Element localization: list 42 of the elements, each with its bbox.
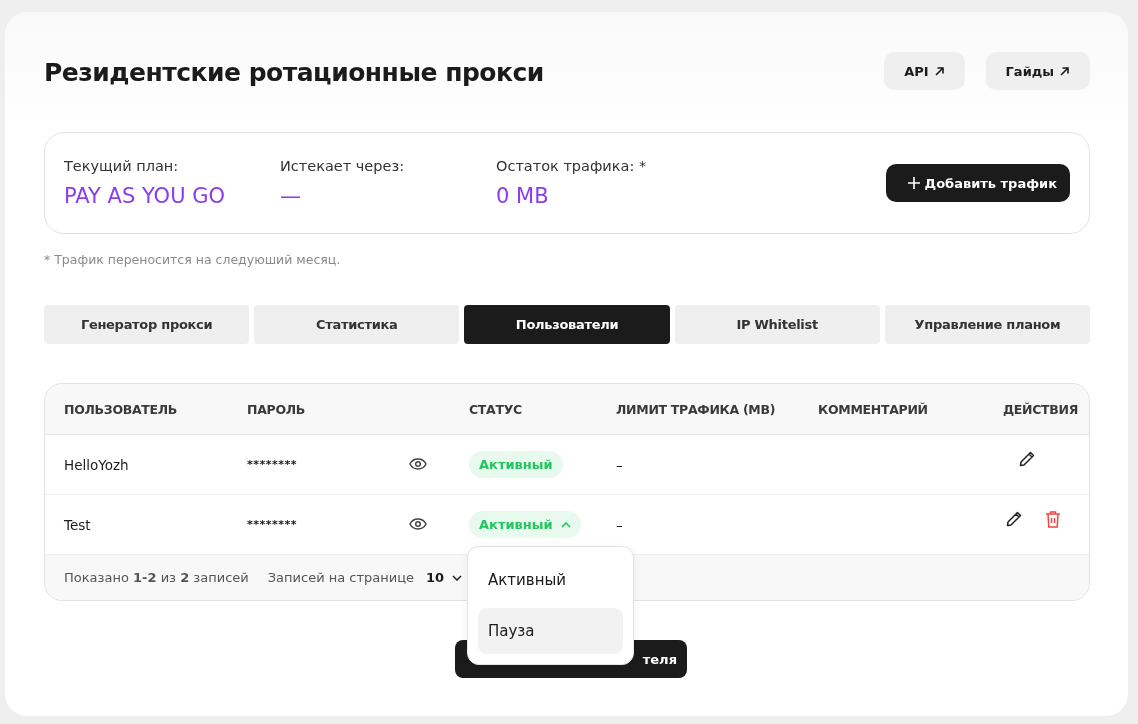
- table-cell-text: Test: [64, 516, 92, 533]
- chevron-down-icon: [452, 574, 463, 581]
- tab[interactable]: Пользователи: [464, 305, 670, 344]
- table-cell-text: HelloYozh: [64, 456, 130, 473]
- plan-label: Остаток трафика: *: [496, 158, 648, 174]
- plan-value: —: [280, 184, 302, 208]
- table-cell-text: ********: [247, 518, 299, 531]
- table-cell-text: –: [616, 456, 624, 473]
- plan-label: Истекает через:: [280, 158, 405, 174]
- page-title: Резидентские ротационные прокси: [44, 57, 544, 87]
- table-cell-text: ********: [247, 458, 299, 471]
- column-header: СТАТУС: [469, 401, 523, 417]
- column-header: КОММЕНТАРИЙ: [818, 401, 929, 417]
- column-header: ПОЛЬЗОВАТЕЛЬ: [64, 401, 179, 417]
- tab[interactable]: Статистика: [254, 305, 460, 344]
- per-page-label: Записей на странице: [267, 570, 415, 585]
- pencil-icon[interactable]: [1018, 450, 1036, 468]
- plan-value: PAY AS YOU GO: [64, 184, 226, 208]
- external-link-button[interactable]: API: [884, 52, 965, 90]
- eye-icon[interactable]: [409, 458, 427, 470]
- external-link-button[interactable]: Гайды: [985, 52, 1090, 90]
- footnote: * Трафик переносится на следуюший месяц.: [44, 252, 342, 267]
- arrow-up-right-icon: [933, 65, 945, 77]
- menu-item[interactable]: Пауза: [478, 608, 623, 654]
- plan-value: 0 MB: [496, 184, 550, 208]
- table-cell-text: –: [616, 516, 624, 533]
- tab[interactable]: Управление планом: [884, 305, 1090, 344]
- tab[interactable]: IP Whitelist: [674, 305, 880, 344]
- column-header: ДЕЙСТВИЯ: [1001, 401, 1078, 417]
- eye-icon[interactable]: [409, 518, 427, 530]
- records-summary: Показано 1-2 из 2 записей: [64, 570, 249, 585]
- plan-label: Текущий план:: [64, 158, 180, 174]
- pencil-icon[interactable]: [1005, 510, 1023, 528]
- chevron-up-icon: [560, 521, 571, 528]
- plus-icon: [907, 177, 920, 189]
- tab[interactable]: Генератор прокси: [44, 305, 250, 344]
- per-page-select[interactable]: 10: [426, 570, 463, 585]
- add-traffic-button[interactable]: Добавить трафик: [885, 164, 1070, 202]
- trash-icon[interactable]: [1045, 510, 1061, 528]
- column-header: ПАРОЛЬ: [247, 401, 307, 417]
- column-header: ЛИМИТ ТРАФИКА (MB): [616, 401, 777, 417]
- arrow-up-right-icon: [1059, 65, 1070, 77]
